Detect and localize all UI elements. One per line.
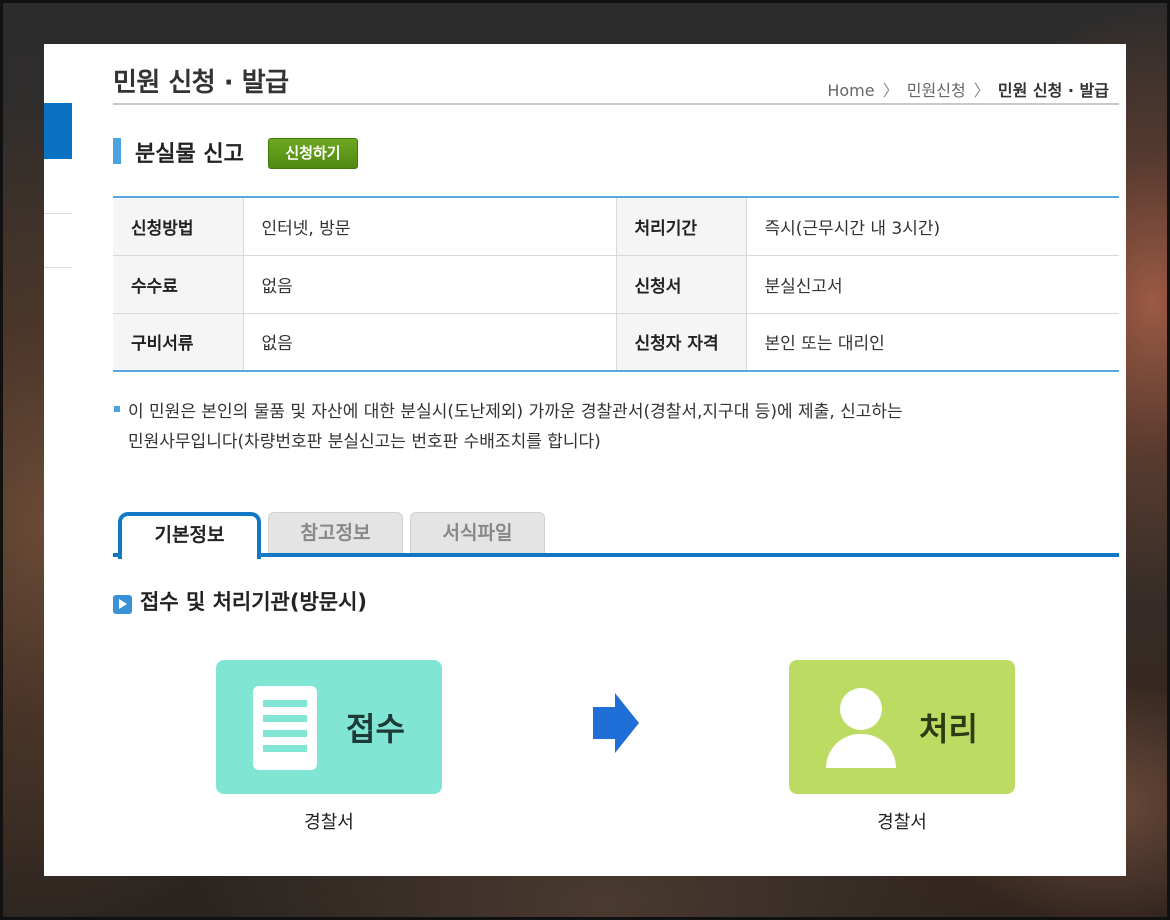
table-header-cell: 신청서 [616,255,747,314]
page-title: 민원 신청 · 발급 [113,68,289,98]
side-nav-active-item[interactable] [44,103,72,159]
side-nav-divider [44,267,72,268]
tab-form-files[interactable]: 서식파일 [410,512,545,555]
flow-step-label: 처리 [919,710,978,748]
content-panel: 민원 신청 · 발급 Home 〉 민원신청 〉 민원 신청 · 발급 분실물 … [44,44,1126,876]
right-arrow-icon [593,693,639,753]
table-cell: 인터넷, 방문 [243,197,617,256]
breadcrumb-separator: 〉 [973,81,990,100]
table-row: 신청방법 인터넷, 방문 처리기간 즉시(근무시간 내 3시간) [113,197,1119,256]
play-square-icon [113,595,132,614]
info-table: 신청방법 인터넷, 방문 처리기간 즉시(근무시간 내 3시간) 수수료 없음 … [113,196,1119,372]
table-header-cell: 구비서류 [113,313,244,371]
flow-step-caption: 경찰서 [877,812,927,833]
notice-text: 이 민원은 본인의 물품 및 자산에 대한 분실시(도난제외) 가까운 경찰관서… [128,397,1088,457]
side-nav-divider [44,213,72,214]
breadcrumb-level1[interactable]: 민원신청 [907,81,966,100]
flow-title: 접수 및 처리기관(방문시) [140,590,368,614]
table-cell: 즉시(근무시간 내 3시간) [746,197,1119,256]
table-cell: 없음 [243,255,617,314]
table-cell: 없음 [243,313,617,371]
breadcrumb-current: 민원 신청 · 발급 [997,81,1109,100]
flow-step-caption: 경찰서 [304,812,354,833]
table-cell: 본인 또는 대리인 [764,334,885,355]
breadcrumb-separator: 〉 [882,81,899,100]
tabs-underline [113,553,1119,557]
flow-step-process: 처리 [789,660,1015,794]
notice-line: 민원사무입니다(차량번호판 분실신고는 번호판 수배조치를 합니다) [128,432,601,452]
document-icon [253,686,317,770]
table-header-cell: 수수료 [113,255,244,314]
notice-line: 이 민원은 본인의 물품 및 자산에 대한 분실시(도난제외) 가까운 경찰관서… [128,402,903,422]
table-header-cell: 신청방법 [113,197,244,256]
title-divider [113,103,1119,105]
person-icon [826,688,896,768]
section-marker [113,138,121,164]
table-cell: 분실신고서 [746,255,1119,314]
section-title: 분실물 신고 [135,142,244,167]
breadcrumb: Home 〉 민원신청 〉 민원 신청 · 발급 [827,77,1109,101]
apply-button[interactable]: 신청하기 [268,138,358,169]
table-header-cell: 신청자 자격 [616,313,747,371]
tab-basic-info[interactable]: 기본정보 [118,512,261,559]
flow-step-receive: 접수 [216,660,442,794]
breadcrumb-home[interactable]: Home [827,81,874,100]
table-row: 구비서류 없음 신청자 자격 본인 또는 대리인 [113,313,1119,371]
tab-reference-info[interactable]: 참고정보 [268,512,403,555]
flow-step-label: 접수 [346,710,405,748]
table-header-cell: 처리기간 [616,197,747,256]
table-row: 수수료 없음 신청서 분실신고서 [113,255,1119,314]
notice-bullet-icon [114,406,120,412]
